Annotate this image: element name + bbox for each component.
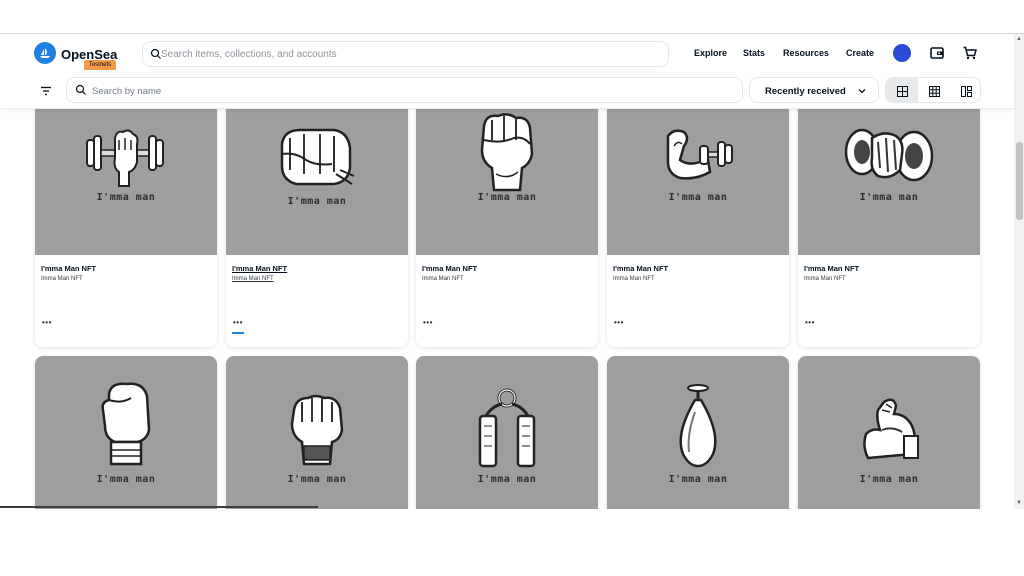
nft-collection[interactable]: Imma Man NFT bbox=[41, 276, 83, 282]
page-scrollbar-thumb[interactable] bbox=[1016, 142, 1023, 220]
nft-card[interactable]: I'mma man bbox=[798, 356, 980, 509]
nft-card[interactable]: I'mma man I'mma Man NFT Imma Man NFT ••• bbox=[416, 102, 598, 347]
hand-grip-art bbox=[478, 388, 536, 468]
nft-card[interactable]: I'mma man bbox=[226, 356, 408, 509]
more-options-button[interactable]: ••• bbox=[614, 318, 624, 327]
nft-caption: I'mma man bbox=[477, 474, 537, 485]
items-toolbar: Recently received bbox=[0, 73, 1014, 109]
nav-explore[interactable]: Explore bbox=[694, 48, 727, 58]
compact-view-button[interactable] bbox=[950, 78, 980, 102]
nft-caption: I'mma man bbox=[96, 474, 156, 485]
more-options-button[interactable]: ••• bbox=[423, 318, 433, 327]
dumbbell-fist-art bbox=[86, 129, 164, 187]
nav-resources[interactable]: Resources bbox=[783, 48, 829, 58]
horizontal-scroll-indicator bbox=[0, 506, 318, 508]
nft-image: I'mma man bbox=[798, 102, 980, 255]
nft-card[interactable]: I'mma man I'mma Man NFT Imma Man NFT ••• bbox=[35, 102, 217, 347]
nft-collection[interactable]: Imma Man NFT bbox=[613, 276, 655, 282]
punch-fist-art bbox=[280, 128, 355, 186]
global-search-box[interactable] bbox=[142, 41, 669, 67]
grid-small-icon bbox=[928, 85, 940, 97]
view-mode-toggle bbox=[885, 77, 981, 103]
page-scrollbar-track[interactable] bbox=[1014, 34, 1024, 509]
testnets-badge: Testnets bbox=[84, 60, 116, 70]
nft-caption: I'mma man bbox=[287, 196, 347, 207]
nft-image: I'mma man bbox=[607, 102, 789, 255]
nft-image: I'mma man bbox=[798, 356, 980, 509]
nft-title[interactable]: I'mma Man NFT bbox=[41, 264, 96, 273]
more-options-button[interactable]: ••• bbox=[42, 318, 52, 327]
nft-image: I'mma man bbox=[226, 356, 408, 509]
speed-bag-art bbox=[679, 384, 717, 468]
nft-item-grid: I'mma man I'mma Man NFT Imma Man NFT •••… bbox=[0, 102, 1014, 509]
dumbbell-grip-art bbox=[844, 128, 934, 182]
nft-title[interactable]: I'mma Man NFT bbox=[804, 264, 859, 273]
name-search-box[interactable] bbox=[66, 77, 743, 103]
nft-caption: I'mma man bbox=[287, 474, 347, 485]
global-search-input[interactable] bbox=[161, 45, 661, 63]
nav-create[interactable]: Create bbox=[846, 48, 874, 58]
filter-icon[interactable] bbox=[38, 83, 54, 99]
nft-image: I'mma man bbox=[226, 102, 408, 255]
nft-card[interactable]: I'mma man bbox=[35, 356, 217, 509]
sort-dropdown[interactable]: Recently received bbox=[749, 77, 879, 103]
small-grid-view-button[interactable] bbox=[918, 78, 950, 102]
more-options-button[interactable]: ••• bbox=[805, 318, 815, 327]
nft-card[interactable]: I'mma man bbox=[416, 356, 598, 509]
mma-glove-art bbox=[290, 394, 344, 466]
nft-caption: I'mma man bbox=[477, 192, 537, 203]
nft-image: I'mma man bbox=[607, 356, 789, 509]
raised-fist-art bbox=[480, 113, 534, 192]
top-navigation-bar: OpenSea Testnets Explore Stats Resources… bbox=[0, 34, 1014, 73]
nft-title[interactable]: I'mma Man NFT bbox=[613, 264, 668, 273]
opensea-logo-icon[interactable] bbox=[34, 42, 56, 64]
nft-collection[interactable]: Imma Man NFT bbox=[804, 276, 846, 282]
nft-image: I'mma man bbox=[416, 102, 598, 255]
arm-dumbbell-art bbox=[666, 129, 733, 180]
profile-avatar[interactable] bbox=[893, 44, 911, 62]
nft-collection[interactable]: Imma Man NFT bbox=[232, 276, 274, 282]
flexed-bicep-art bbox=[863, 398, 919, 460]
grid-compact-icon bbox=[960, 85, 972, 97]
nft-caption: I'mma man bbox=[668, 192, 728, 203]
nft-card[interactable]: I'mma man I'mma Man NFT Imma Man NFT ••• bbox=[226, 102, 408, 347]
sort-label: Recently received bbox=[765, 86, 846, 97]
nft-card[interactable]: I'mma man I'mma Man NFT Imma Man NFT ••• bbox=[798, 102, 980, 347]
browser-viewport: OpenSea Testnets Explore Stats Resources… bbox=[0, 33, 1024, 509]
nft-title[interactable]: I'mma Man NFT bbox=[232, 264, 287, 273]
name-search-input[interactable] bbox=[92, 82, 692, 100]
nft-image: I'mma man bbox=[416, 356, 598, 509]
nft-image: I'mma man bbox=[35, 356, 217, 509]
cart-icon[interactable] bbox=[962, 45, 978, 61]
nft-card[interactable]: I'mma man bbox=[607, 356, 789, 509]
boxing-glove-art bbox=[101, 382, 151, 466]
large-grid-view-button[interactable] bbox=[886, 78, 918, 102]
nft-title[interactable]: I'mma Man NFT bbox=[422, 264, 477, 273]
nft-caption: I'mma man bbox=[859, 192, 919, 203]
more-options-button[interactable]: ••• bbox=[233, 318, 243, 327]
nft-caption: I'mma man bbox=[96, 192, 156, 203]
focus-indicator bbox=[232, 332, 244, 334]
nft-image: I'mma man bbox=[35, 102, 217, 255]
wallet-icon[interactable] bbox=[929, 45, 945, 61]
chevron-down-icon bbox=[858, 89, 866, 94]
nft-caption: I'mma man bbox=[668, 474, 728, 485]
nft-caption: I'mma man bbox=[859, 474, 919, 485]
nav-stats[interactable]: Stats bbox=[743, 48, 765, 58]
nft-collection[interactable]: Imma Man NFT bbox=[422, 276, 464, 282]
scroll-down-arrow-icon[interactable]: ▼ bbox=[1016, 500, 1022, 506]
grid-large-icon bbox=[896, 85, 908, 97]
nft-card[interactable]: I'mma man I'mma Man NFT Imma Man NFT ••• bbox=[607, 102, 789, 347]
scroll-up-arrow-icon[interactable]: ▲ bbox=[1016, 36, 1022, 42]
search-icon bbox=[75, 84, 86, 95]
